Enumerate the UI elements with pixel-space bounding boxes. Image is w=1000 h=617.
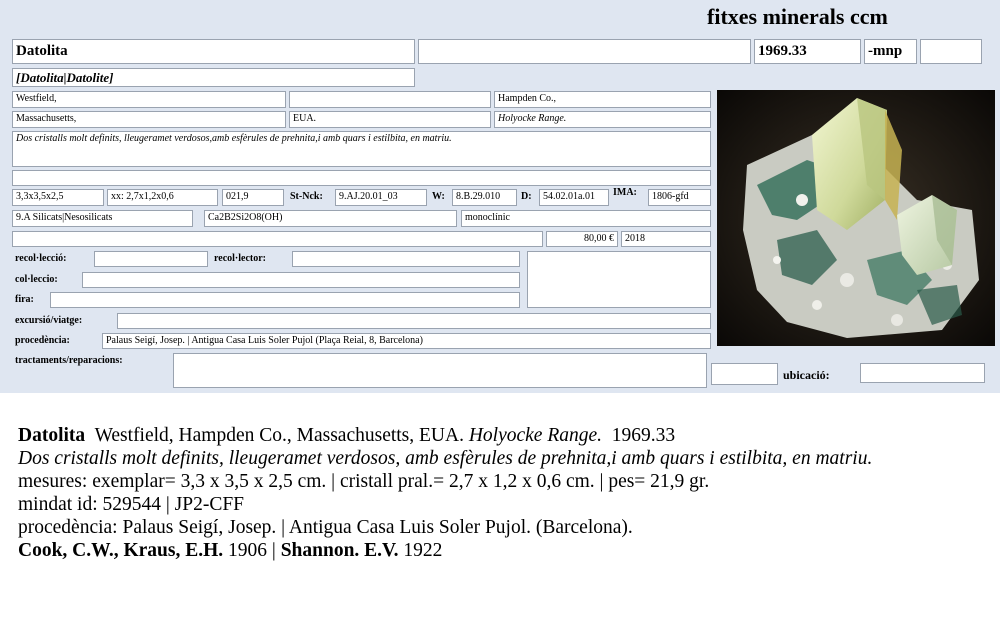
summary-references: Cook, C.W., Kraus, E.H. 1906 | Shannon. … bbox=[18, 539, 988, 562]
collection-field[interactable] bbox=[82, 272, 520, 288]
specimen-summary: Datolita Westfield, Hampden Co., Massach… bbox=[18, 424, 988, 562]
stnck-label: St-Nck: bbox=[290, 191, 323, 202]
specimen-photo-graphic bbox=[717, 90, 995, 346]
summary-name: Datolita bbox=[18, 425, 86, 446]
location-label: ubicació: bbox=[783, 368, 830, 382]
extra-field[interactable] bbox=[12, 231, 543, 247]
location-pre-field[interactable] bbox=[711, 363, 778, 385]
summary-provenance: procedència: Palaus Seigí, Josep. | Anti… bbox=[18, 517, 633, 538]
ref-separator: | bbox=[271, 540, 276, 561]
size-field[interactable]: 3,3x3,5x2,5 bbox=[12, 189, 104, 206]
summary-measures: mesures: exemplar= 3,3 x 3,5 x 2,5 cm. |… bbox=[18, 471, 710, 492]
summary-range: Holyocke Range. bbox=[468, 425, 603, 446]
fair-label: fira: bbox=[15, 294, 34, 305]
formula-field[interactable]: Ca2B2Si2O8(OH) bbox=[204, 210, 457, 227]
excursion-field[interactable] bbox=[117, 313, 711, 329]
crystal-field[interactable]: xx: 2,7x1,2x0,6 bbox=[107, 189, 218, 206]
excursion-label: excursió/viatge: bbox=[15, 315, 83, 326]
recollection-label: recol·lecció: bbox=[15, 253, 67, 264]
treatments-label: tractaments/reparacions: bbox=[15, 355, 123, 366]
suffix-extra-field[interactable] bbox=[920, 39, 982, 64]
synonyms-field[interactable]: [Datolita|Datolite] bbox=[12, 68, 415, 87]
stnck-field[interactable]: 9.AJ.20.01_03 bbox=[335, 189, 427, 206]
location-field[interactable] bbox=[860, 363, 985, 383]
page-title: fitxes minerals ccm bbox=[707, 4, 888, 29]
treatments-field[interactable] bbox=[173, 353, 707, 388]
year-field[interactable]: 2018 bbox=[621, 231, 711, 247]
summary-description: Dos cristalls molt definits, lleugeramet… bbox=[18, 448, 873, 469]
summary-mindat: mindat id: 529544 | JP2-CFF bbox=[18, 494, 245, 515]
fair-field[interactable] bbox=[50, 292, 520, 308]
locality-field[interactable]: Westfield, bbox=[12, 91, 286, 108]
d-field[interactable]: 54.02.01a.01 bbox=[539, 189, 609, 206]
ref1-authors: Cook, C.W., Kraus, E.H. bbox=[18, 540, 224, 561]
side-notes-field[interactable] bbox=[527, 251, 711, 308]
reference-field[interactable]: 1969.33 bbox=[754, 39, 861, 64]
price-field[interactable]: 80,00 € bbox=[546, 231, 618, 247]
ima-field[interactable]: 1806-gfd bbox=[648, 189, 711, 206]
county-field[interactable]: Hampden Co., bbox=[494, 91, 711, 108]
summary-line-1: Datolita Westfield, Hampden Co., Massach… bbox=[18, 424, 988, 447]
w-field[interactable]: 8.B.29.010 bbox=[452, 189, 517, 206]
summary-reference: 1969.33 bbox=[611, 425, 676, 446]
w-label: W: bbox=[432, 191, 445, 202]
description-field[interactable]: Dos cristalls molt definits, lleugeramet… bbox=[12, 131, 711, 167]
recollection-field[interactable] bbox=[94, 251, 208, 267]
specimen-photo bbox=[717, 90, 995, 346]
range-field[interactable]: Holyocke Range. bbox=[494, 111, 711, 128]
weight-field[interactable]: 021,9 bbox=[222, 189, 284, 206]
name-field[interactable]: Datolita bbox=[12, 39, 415, 64]
mineral-card-form: fitxes minerals ccm Datolita 1969.33 -mn… bbox=[0, 0, 1000, 393]
name-alt-field[interactable] bbox=[418, 39, 751, 64]
recollector-field[interactable] bbox=[292, 251, 520, 267]
system-field[interactable]: monoclínic bbox=[461, 210, 711, 227]
recollector-label: recol·lector: bbox=[214, 253, 267, 264]
summary-locality: Westfield, Hampden Co., Massachusetts, E… bbox=[94, 425, 464, 446]
state-field[interactable]: Massachusetts, bbox=[12, 111, 286, 128]
locality-mid-field[interactable] bbox=[289, 91, 491, 108]
collection-label: col·leccio: bbox=[15, 274, 58, 285]
country-field[interactable]: EUA. bbox=[289, 111, 491, 128]
ref1-year: 1906 bbox=[228, 540, 268, 561]
d-label: D: bbox=[521, 191, 532, 202]
class-field[interactable]: 9.A Silicats|Nesosilicats bbox=[12, 210, 193, 227]
ima-label: IMA: bbox=[613, 187, 637, 198]
suffix-field[interactable]: -mnp bbox=[864, 39, 917, 64]
provenance-label: procedència: bbox=[15, 335, 70, 346]
ref2-year: 1922 bbox=[403, 540, 443, 561]
provenance-field[interactable]: Palaus Seigí, Josep. | Antigua Casa Luis… bbox=[102, 333, 711, 349]
ref2-authors: Shannon. E.V. bbox=[280, 540, 399, 561]
notes-field[interactable] bbox=[12, 170, 711, 186]
